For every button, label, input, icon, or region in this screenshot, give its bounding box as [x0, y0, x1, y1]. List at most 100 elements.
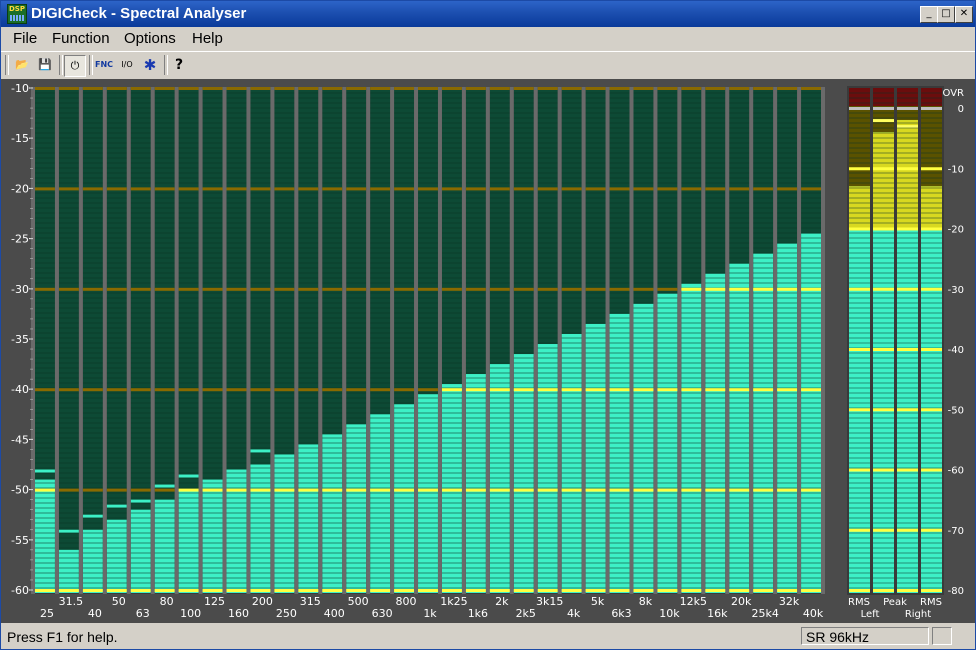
x-band-label-upper: 2k	[495, 595, 509, 608]
x-band-label-upper: 12k5	[680, 595, 707, 608]
band-separator	[174, 87, 179, 594]
band-bar	[298, 444, 319, 593]
grid-major-line	[585, 287, 606, 291]
grid-major-line	[154, 287, 175, 291]
grid-major-line	[513, 187, 534, 191]
grid-major-line	[202, 87, 223, 90]
band-separator	[485, 87, 490, 594]
grid-major-line	[322, 589, 343, 592]
power-icon[interactable]: ⏻	[64, 55, 86, 77]
meter-grid-line	[849, 107, 870, 110]
meter-label-bottom: Right	[905, 609, 931, 620]
grid-major-line	[418, 589, 438, 592]
band-bar	[370, 414, 391, 593]
meter-grid-line	[897, 348, 918, 351]
app-icon: DSP	[7, 4, 27, 24]
meter-scale-label: -10	[948, 164, 964, 175]
x-band-label-upper: 5k	[591, 595, 605, 608]
title-bar[interactable]: DSP DIGICheck - Spectral Analyser _ □ ✕	[1, 1, 975, 27]
grid-major-line	[35, 488, 55, 492]
band-peak	[657, 293, 678, 297]
grid-major-line	[82, 388, 103, 392]
grid-major-line	[489, 488, 510, 492]
grid-major-line	[322, 287, 343, 291]
band-bar	[202, 479, 223, 593]
close-button[interactable]: ✕	[955, 6, 973, 23]
toolbar-separator	[59, 55, 63, 75]
grid-major-line	[418, 87, 438, 90]
menu-help[interactable]: Help	[192, 30, 223, 47]
grid-major-line	[226, 589, 247, 592]
menu-options[interactable]: Options	[124, 30, 176, 47]
grid-major-line	[465, 287, 486, 291]
band-peak	[441, 384, 462, 388]
y-tick-label: -30	[11, 283, 29, 296]
x-band-label-lower: 1k6	[468, 607, 488, 620]
grid-major-line	[729, 287, 750, 291]
maximize-button[interactable]: □	[937, 6, 955, 23]
save-icon[interactable]: 💾	[35, 55, 55, 75]
menu-function[interactable]: Function	[52, 30, 110, 47]
grid-major-line	[82, 187, 103, 191]
grid-major-line	[178, 388, 199, 392]
grid-major-line	[657, 287, 678, 291]
band-separator	[390, 87, 395, 594]
meter-grid-line	[897, 528, 918, 532]
band-separator	[126, 87, 131, 594]
band-separator	[557, 87, 562, 594]
grid-major-line	[561, 87, 582, 90]
grid-major-line	[489, 87, 510, 90]
grid-major-line	[58, 388, 79, 392]
fnc-icon[interactable]: FNC	[94, 55, 114, 75]
meter-scale-label: -30	[948, 285, 964, 296]
grid-major-line	[513, 488, 534, 492]
meter-grid-line	[921, 227, 942, 231]
io-icon[interactable]: I/O	[117, 55, 137, 75]
meter-grid-line	[849, 348, 870, 351]
grid-major-line	[537, 187, 558, 191]
band-separator	[821, 87, 825, 594]
meter-grid-line	[849, 589, 870, 592]
grid-major-line	[537, 488, 558, 492]
x-band-label-lower: 25k4	[751, 607, 778, 620]
grid-major-line	[226, 187, 247, 191]
grid-major-line	[777, 589, 798, 592]
grid-major-line	[35, 87, 55, 90]
grid-major-line	[226, 488, 247, 492]
open-icon[interactable]: 📂	[12, 55, 32, 75]
grid-major-line	[753, 287, 774, 291]
meter-grid-line	[873, 408, 894, 412]
grid-major-line	[274, 87, 295, 90]
band-separator	[31, 87, 35, 594]
meter-grid-line	[921, 589, 942, 592]
grid-major-line	[561, 388, 582, 392]
grid-major-line	[729, 187, 750, 191]
grid-major-line	[657, 488, 678, 492]
app-window: DSP DIGICheck - Spectral Analyser _ □ ✕ …	[0, 0, 976, 650]
grid-major-line	[753, 488, 774, 492]
grid-major-line	[58, 287, 79, 291]
menu-file[interactable]: File	[13, 30, 37, 47]
band-separator	[222, 87, 227, 594]
grid-major-line	[681, 187, 702, 191]
status-text: Press F1 for help.	[7, 629, 118, 645]
grid-major-line	[154, 589, 175, 592]
band-separator	[78, 87, 83, 594]
help-icon[interactable]: ?	[169, 55, 189, 75]
minimize-button[interactable]: _	[920, 6, 938, 23]
grid-major-line	[106, 589, 127, 592]
grid-major-line	[370, 388, 391, 392]
meter-grid-line	[897, 468, 918, 472]
grid-major-line	[489, 187, 510, 191]
meter-grid-line	[873, 589, 894, 592]
bug-icon[interactable]: ✱	[140, 55, 160, 75]
band-separator	[342, 87, 347, 594]
grid-major-line	[585, 488, 606, 492]
band-peak	[35, 469, 55, 473]
x-band-label-lower: 1k	[423, 607, 437, 620]
grid-major-line	[441, 287, 462, 291]
x-band-label-lower: 400	[324, 607, 345, 620]
band-bar	[465, 374, 486, 593]
status-bar: Press F1 for help. SR 96kHz	[1, 625, 975, 649]
grid-major-line	[130, 488, 151, 492]
